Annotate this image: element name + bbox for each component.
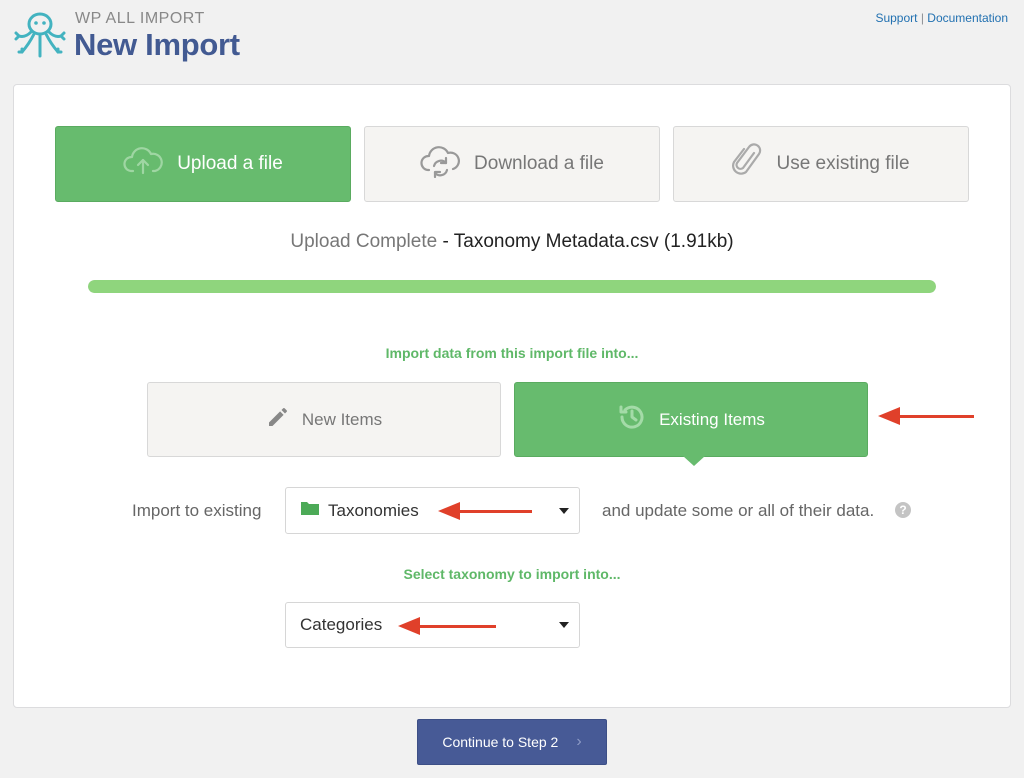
import-to-existing-label: Import to existing	[132, 501, 262, 520]
page-title: New Import	[74, 27, 240, 62]
upload-progress-bar	[88, 280, 936, 293]
pencil-icon	[266, 405, 290, 434]
use-existing-file-label: Use existing file	[776, 153, 910, 174]
use-existing-file-button[interactable]: Use existing file	[673, 126, 969, 202]
upload-file-button[interactable]: Upload a file	[55, 126, 351, 202]
documentation-link[interactable]: Documentation	[927, 11, 1008, 25]
brand-subtitle: WP ALL IMPORT	[75, 10, 205, 27]
taxonomy-heading: Select taxonomy to import into...	[403, 566, 621, 582]
upload-status: Upload Complete - Taxonomy Metadata.csv …	[14, 231, 1010, 253]
continue-step-2-button[interactable]: Continue to Step 2 ›	[417, 719, 607, 765]
new-items-button[interactable]: New Items	[147, 382, 501, 457]
download-file-label: Download a file	[474, 153, 604, 174]
wp-all-import-logo	[13, 8, 67, 67]
update-data-label: and update some or all of their data.	[602, 501, 875, 520]
cloud-sync-icon	[420, 144, 460, 184]
upload-status-prefix: Upload Complete	[290, 231, 438, 252]
import-mode-heading: Import data from this import file into..…	[385, 345, 639, 361]
post-type-select[interactable]: Taxonomies	[285, 487, 580, 534]
continue-label: Continue to Step 2	[442, 734, 559, 750]
import-panel: Upload a file Download a file Use existi…	[13, 84, 1011, 708]
existing-items-label: Existing Items	[659, 409, 765, 429]
annotation-arrow-existing-items	[878, 407, 974, 425]
folder-icon	[300, 500, 320, 521]
history-icon	[617, 402, 647, 437]
chevron-down-icon	[559, 507, 569, 514]
chevron-right-icon: ›	[576, 733, 582, 750]
annotation-arrow-taxonomies	[438, 502, 532, 520]
post-type-value: Taxonomies	[328, 500, 419, 520]
chevron-down-icon	[559, 622, 569, 628]
uploaded-file-name: Taxonomy Metadata.csv (1.91kb)	[453, 231, 734, 252]
upload-progress-fill	[88, 280, 936, 293]
top-links: Support | Documentation	[875, 11, 1008, 25]
link-separator: |	[920, 11, 924, 25]
support-link[interactable]: Support	[875, 11, 917, 25]
upload-file-label: Upload a file	[177, 153, 283, 174]
new-items-label: New Items	[301, 409, 383, 429]
paperclip-icon	[732, 143, 762, 185]
upload-status-separator: -	[437, 231, 454, 252]
existing-items-button[interactable]: Existing Items	[514, 382, 868, 466]
cloud-upload-icon	[123, 145, 164, 183]
download-file-button[interactable]: Download a file	[364, 126, 660, 202]
annotation-arrow-categories	[398, 617, 496, 635]
taxonomy-value: Categories	[300, 615, 383, 634]
help-icon[interactable]: ?	[895, 502, 911, 518]
